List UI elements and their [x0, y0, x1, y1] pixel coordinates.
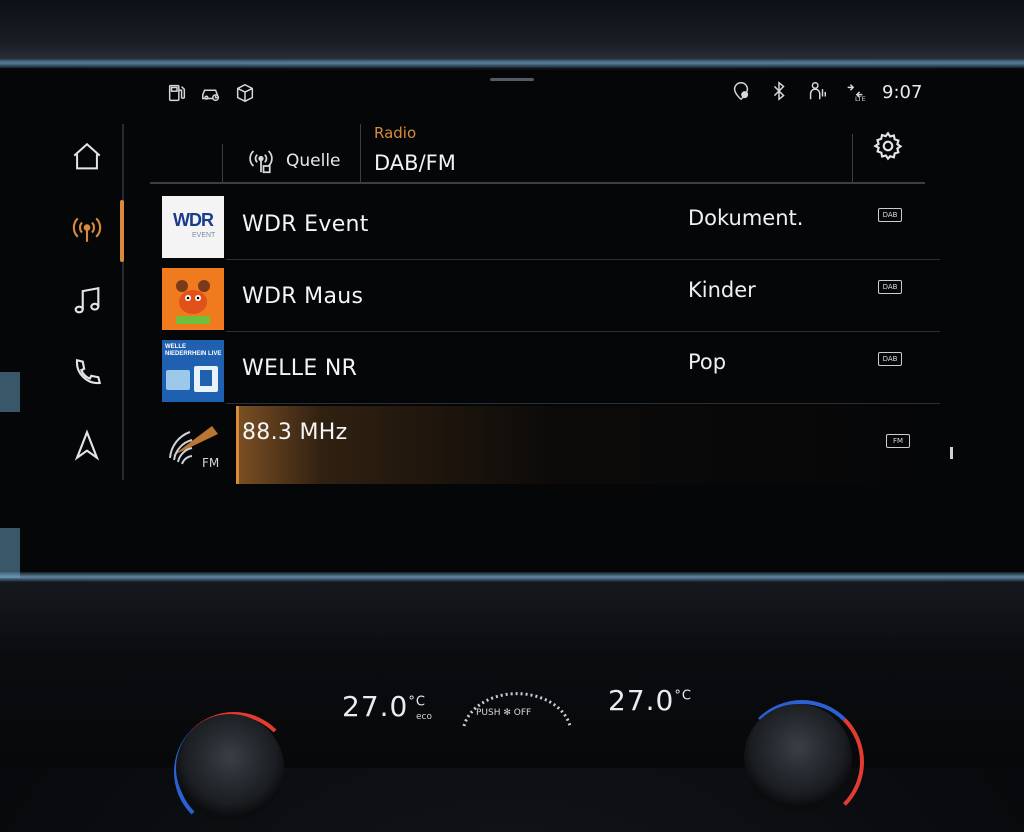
- header-divider: [222, 144, 223, 182]
- source-label: Quelle: [286, 151, 341, 171]
- location-icon: [730, 80, 752, 102]
- home-icon: [70, 140, 104, 178]
- station-genre: Kinder: [688, 278, 756, 302]
- station-row[interactable]: WDR Maus Kinder DAB: [150, 262, 940, 332]
- nav-navigation-button[interactable]: [52, 412, 122, 482]
- car-connect-icon: [200, 82, 222, 104]
- navigation-arrow-icon: [70, 428, 104, 466]
- list-scrollbar[interactable]: [950, 447, 953, 459]
- station-genre: Dokument.: [688, 206, 804, 230]
- mouse-logo-icon: [176, 280, 210, 324]
- radio-device-icon: [166, 366, 218, 392]
- temp-unit: °C: [408, 694, 426, 710]
- antenna-icon: [246, 146, 276, 176]
- status-bar-left: [166, 82, 256, 104]
- nav-home-button[interactable]: [52, 124, 122, 194]
- gear-icon: [872, 131, 904, 166]
- band-badge: DAB: [878, 208, 902, 222]
- svg-text:LTE: LTE: [855, 95, 866, 102]
- status-bar-right: LTE: [730, 80, 866, 103]
- temp-unit: °C: [674, 688, 692, 704]
- right-temperature-knob[interactable]: [744, 704, 852, 812]
- clock: 9:07: [882, 82, 923, 103]
- station-logo: FM: [162, 412, 224, 474]
- logo-text: WDR: [173, 210, 214, 230]
- left-temp-value: 27.0: [342, 690, 409, 723]
- station-name: WDR Event: [242, 212, 369, 237]
- nav-phone-button[interactable]: [52, 340, 122, 410]
- music-note-icon: [70, 284, 104, 322]
- band-badge: DAB: [878, 280, 902, 294]
- page-title: DAB/FM: [374, 151, 456, 175]
- station-logo: WELLE NIEDERRHEIN LIVE: [162, 340, 224, 402]
- station-logo: [162, 268, 224, 330]
- logo-text: FM: [202, 456, 220, 470]
- main-nav-rail: [52, 124, 124, 480]
- side-light: [0, 528, 20, 578]
- header-divider: [852, 134, 853, 182]
- header-divider: [360, 124, 361, 182]
- phone-icon: [70, 356, 104, 394]
- radio-header: Quelle Radio DAB/FM: [150, 124, 925, 184]
- settings-button[interactable]: [872, 130, 904, 162]
- fan-label[interactable]: PUSH ✻ OFF: [476, 708, 531, 718]
- nav-media-button[interactable]: [52, 268, 122, 338]
- station-row[interactable]: WDR EVENT WDR Event Dokument. DAB: [150, 190, 940, 260]
- station-name: WDR Maus: [242, 284, 364, 309]
- notification-pull-handle[interactable]: [490, 78, 534, 81]
- station-logo: WDR EVENT: [162, 196, 224, 258]
- station-name: WELLE NR: [242, 356, 358, 381]
- logo-subtext: EVENT: [192, 232, 216, 239]
- ambient-light-strip: [0, 58, 1024, 68]
- left-temperature-knob[interactable]: [176, 714, 284, 822]
- row-divider: [226, 259, 940, 260]
- station-row-selected[interactable]: FM 88.3 MHz FM: [150, 406, 940, 484]
- source-button[interactable]: Quelle: [246, 146, 341, 176]
- station-genre: Pop: [688, 350, 727, 374]
- station-row[interactable]: WELLE NIEDERRHEIN LIVE WELLE NR Pop DAB: [150, 334, 940, 404]
- station-name: 88.3 MHz: [242, 420, 348, 445]
- row-divider: [226, 403, 940, 404]
- package-icon: [234, 82, 256, 104]
- fuel-icon: [166, 82, 188, 104]
- climate-panel: [0, 582, 1024, 768]
- side-light: [0, 372, 20, 412]
- nav-radio-button[interactable]: [52, 196, 124, 266]
- radio-icon: [70, 212, 104, 250]
- right-temp-value: 27.0: [608, 684, 675, 717]
- selection-highlight: [236, 406, 929, 484]
- right-temperature: 27.0°C: [608, 684, 692, 717]
- left-temperature: 27.0°C: [342, 690, 426, 723]
- eco-mode-label: eco: [416, 712, 432, 722]
- ambient-light-strip: [0, 572, 1024, 582]
- band-badge: DAB: [878, 352, 902, 366]
- dashboard-top-frame: [0, 0, 1024, 62]
- lte-icon: LTE: [844, 80, 866, 103]
- section-caption: Radio: [374, 124, 417, 142]
- person-icon: [806, 80, 828, 102]
- row-divider: [226, 331, 940, 332]
- band-badge: FM: [886, 434, 910, 448]
- bluetooth-icon: [768, 80, 790, 102]
